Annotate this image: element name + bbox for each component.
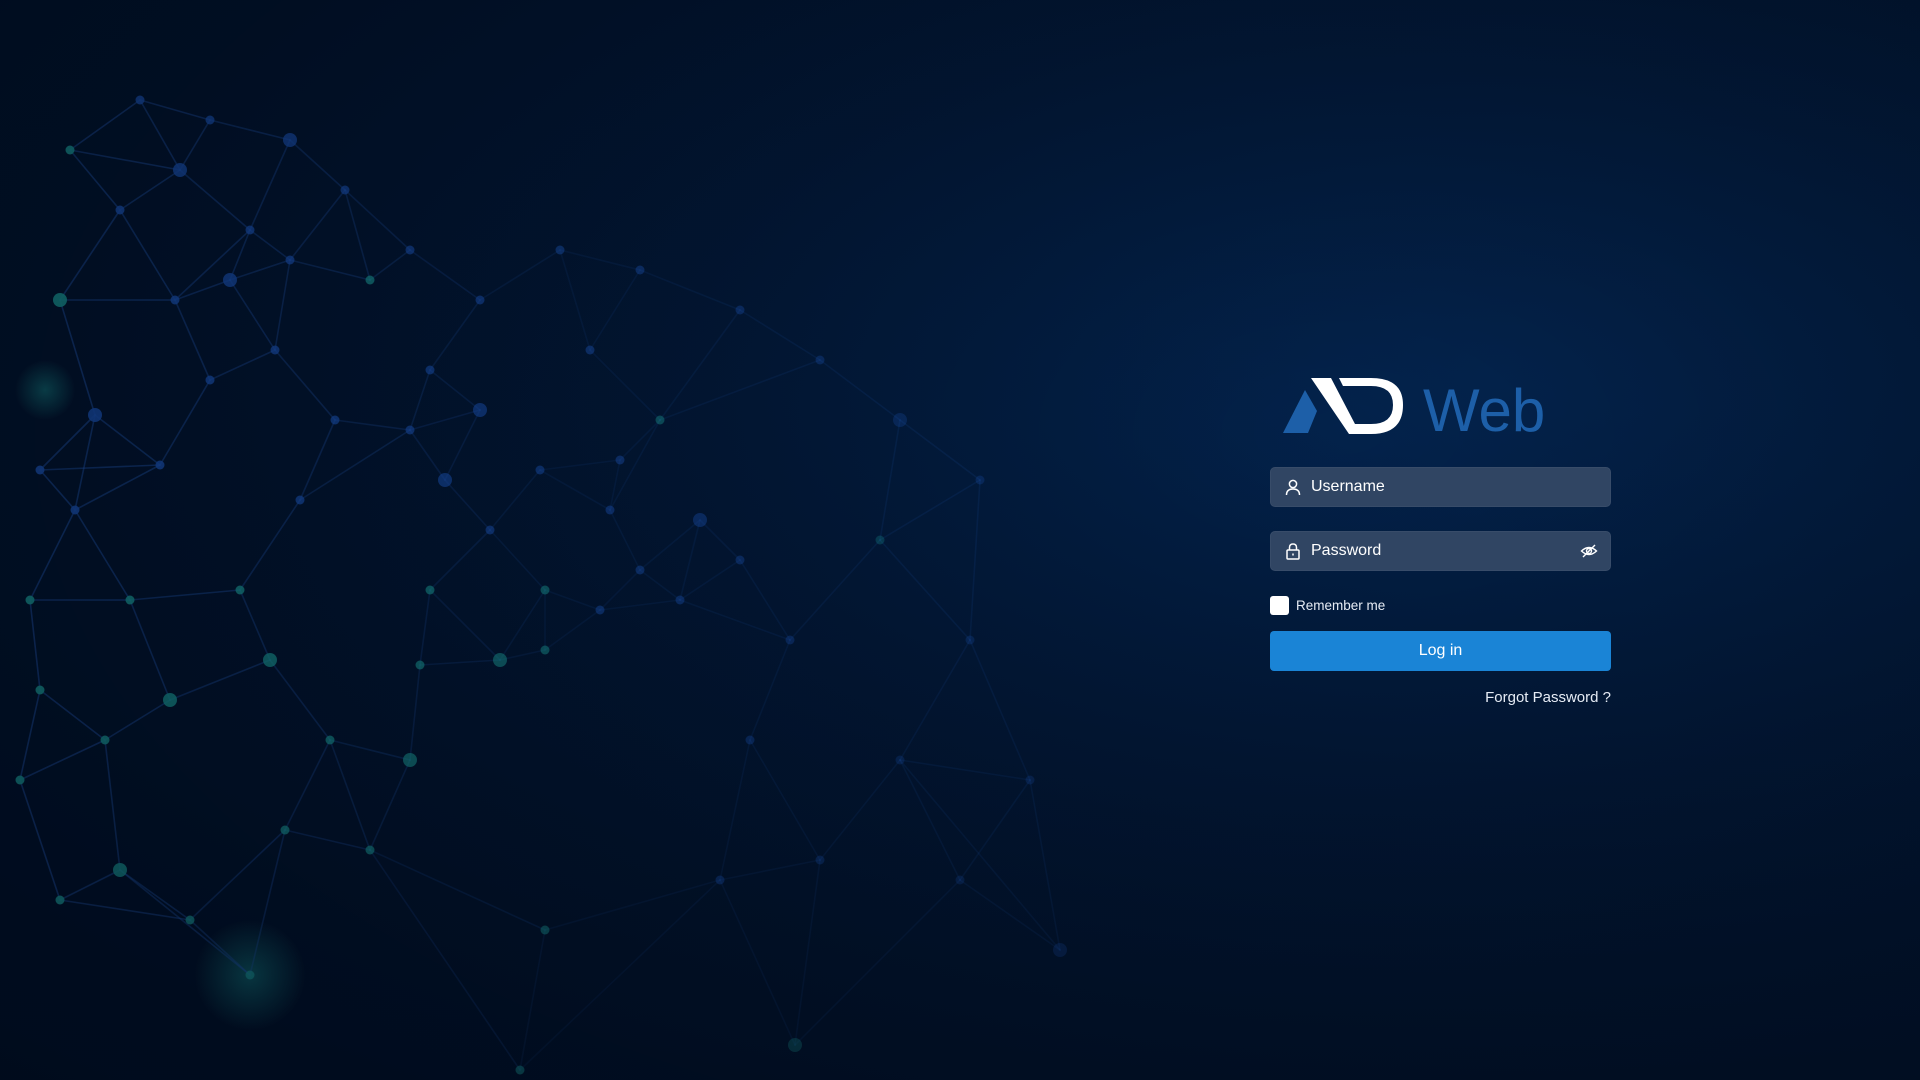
forgot-password-link[interactable]: Forgot Password ? — [1485, 689, 1611, 706]
login-button[interactable]: Log in — [1270, 631, 1611, 671]
password-field[interactable] — [1270, 531, 1611, 571]
network-background — [0, 0, 1920, 1080]
forgot-password-row: Forgot Password ? — [1270, 689, 1611, 707]
brand-logo: Web — [1270, 370, 1611, 440]
remember-me-label[interactable]: Remember me — [1296, 598, 1385, 613]
remember-me-row: Remember me — [1270, 595, 1611, 615]
remember-me-checkbox[interactable] — [1270, 595, 1289, 615]
eye-off-icon[interactable] — [1578, 540, 1600, 562]
username-field[interactable] — [1270, 467, 1611, 507]
user-icon — [1283, 477, 1303, 497]
logo-word: Web — [1423, 377, 1545, 438]
ad-logo-mark-icon: Web — [1282, 377, 1545, 438]
password-input[interactable] — [1307, 532, 1578, 570]
lock-icon — [1283, 541, 1303, 561]
login-panel: Web Remembe — [1270, 370, 1611, 707]
username-input[interactable] — [1307, 468, 1610, 506]
